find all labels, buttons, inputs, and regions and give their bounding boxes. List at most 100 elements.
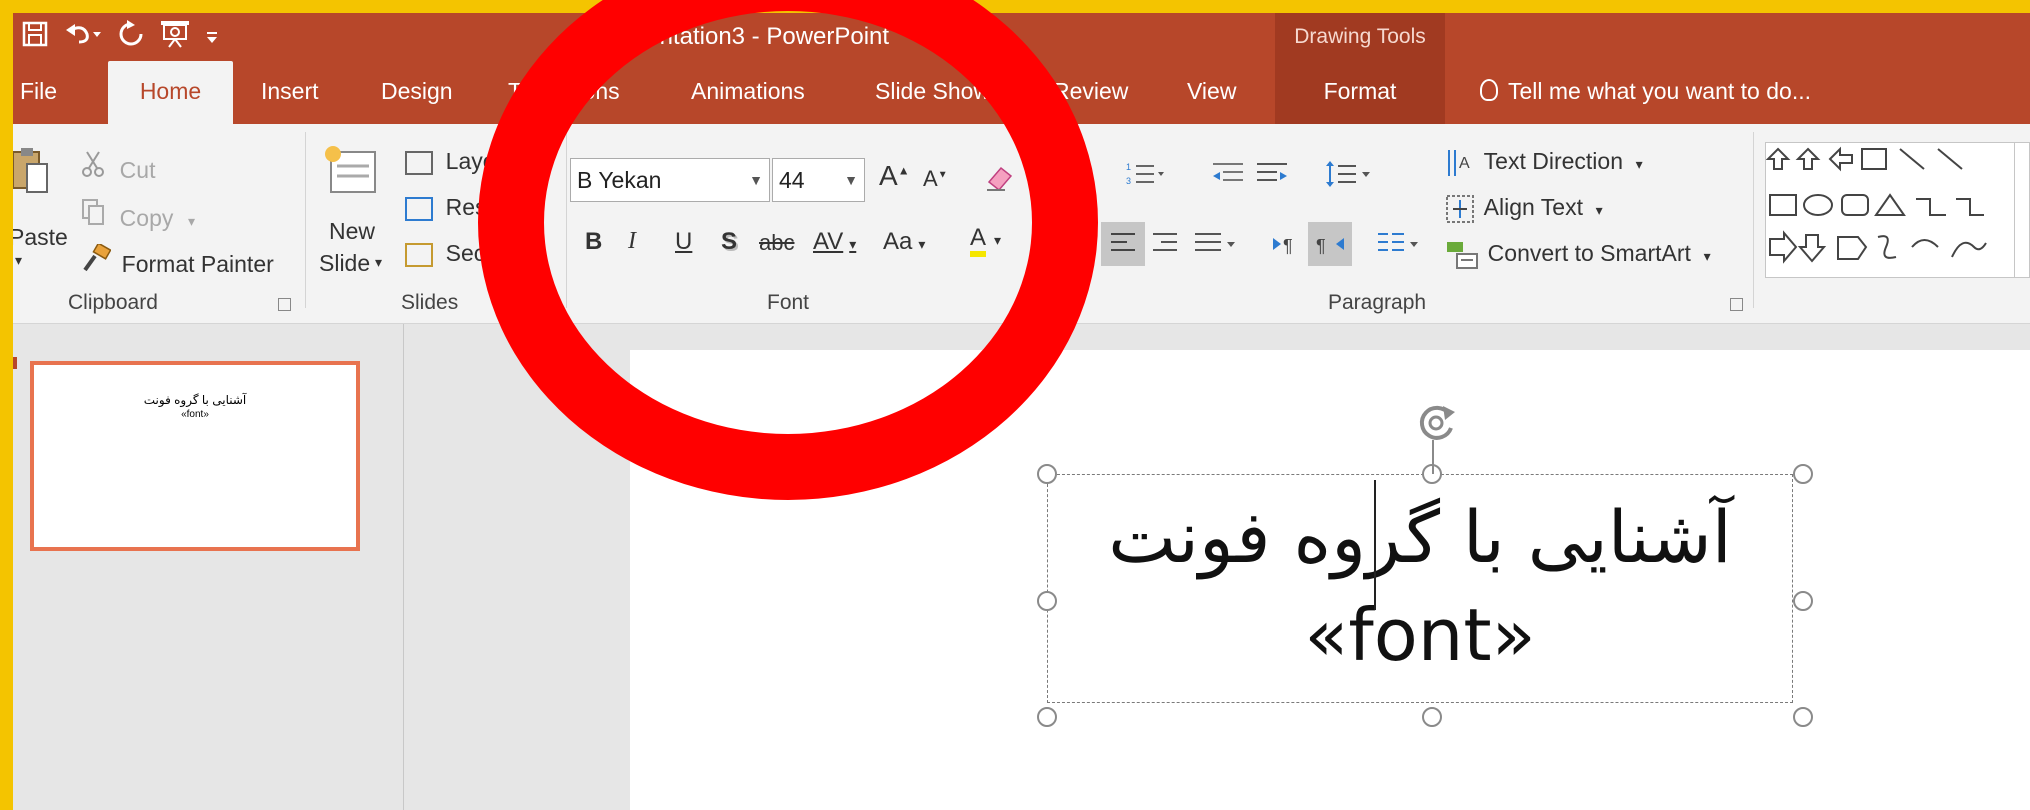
paragraph-launcher-icon[interactable] — [1730, 298, 1743, 311]
character-spacing-button[interactable]: AV ▾ — [813, 228, 856, 256]
new-slide-dropdown-icon[interactable]: ▾ — [375, 254, 382, 271]
text-direction-label: Text Direction — [1483, 148, 1623, 175]
justify-icon — [1195, 233, 1235, 251]
section-button[interactable]: Section — [405, 240, 522, 268]
numbering-button[interactable]: 13 — [1126, 160, 1166, 195]
line-spacing-icon — [1326, 161, 1370, 187]
clear-formatting-button[interactable] — [983, 162, 1015, 201]
tab-transitions[interactable]: Transitions — [508, 61, 620, 124]
copy-dropdown-icon[interactable]: ▾ — [188, 213, 195, 229]
font-name-dropdown-icon[interactable]: ▼ — [749, 159, 763, 201]
new-slide-label-2: Slide — [319, 250, 371, 276]
font-color-dropdown-icon[interactable]: ▾ — [994, 232, 1001, 248]
decrease-indent-icon — [1213, 163, 1243, 181]
case-dropdown-icon[interactable]: ▾ — [918, 236, 925, 252]
tab-animations[interactable]: Animations — [691, 61, 805, 124]
new-slide-label-1: New — [329, 218, 376, 244]
reset-button[interactable]: Reset — [405, 194, 506, 222]
line-spacing-button[interactable] — [1324, 160, 1372, 195]
font-name-box[interactable]: B Yekan ▼ — [570, 158, 770, 202]
rotate-handle-icon[interactable] — [1413, 400, 1459, 446]
resize-handle-bottom-left[interactable] — [1037, 707, 1057, 727]
format-painter-button[interactable]: Format Painter — [81, 242, 274, 279]
justify-button[interactable] — [1193, 230, 1237, 265]
paste-dropdown-icon[interactable]: ▾ — [15, 252, 22, 269]
spacing-dropdown-icon[interactable]: ▾ — [849, 236, 856, 252]
shapes-gallery[interactable] — [1765, 142, 2030, 278]
numbering-icon: 13 — [1126, 162, 1164, 186]
resize-handle-left[interactable] — [1037, 591, 1057, 611]
ribbon-tabs: File Home Insert Design Transitions Anim… — [13, 61, 2030, 124]
strikethrough-button[interactable]: abc — [759, 230, 794, 256]
text-direction-dropdown-icon[interactable]: ▾ — [1636, 156, 1643, 172]
convert-smartart-dropdown-icon[interactable]: ▾ — [1704, 248, 1711, 264]
bold-button[interactable]: B — [585, 228, 602, 256]
tab-format[interactable]: Format — [1275, 61, 1445, 124]
paragraph-group-label: Paragraph — [1328, 291, 1427, 314]
text-shadow-button[interactable]: S — [721, 228, 737, 256]
cut-button[interactable]: Cut — [81, 150, 155, 185]
font-size-box[interactable]: 44 ▼ — [772, 158, 865, 202]
font-launcher-icon[interactable] — [1019, 298, 1032, 311]
section-label: Section — [445, 240, 523, 266]
decrease-indent-button[interactable] — [1211, 160, 1245, 195]
resize-handle-right[interactable] — [1793, 591, 1813, 611]
align-text-label: Align Text — [1483, 194, 1583, 221]
italic-button[interactable]: I — [628, 228, 636, 255]
rtl-direction-button[interactable]: ¶ — [1308, 222, 1352, 266]
increase-indent-button[interactable] — [1255, 160, 1289, 195]
reset-icon — [405, 196, 433, 221]
tab-view[interactable]: View — [1187, 61, 1236, 124]
underline-button[interactable]: U — [675, 228, 692, 256]
align-left-button[interactable] — [1101, 222, 1145, 266]
shrink-font-button[interactable]: A▼ — [923, 166, 948, 192]
thumbnail-subtitle: «font» — [181, 409, 209, 420]
font-size-dropdown-icon[interactable]: ▼ — [844, 159, 858, 201]
resize-handle-bottom[interactable] — [1422, 707, 1442, 727]
drawing-tools-label: Drawing Tools — [1275, 13, 1445, 61]
align-text-icon — [1446, 195, 1474, 223]
text-cursor — [1374, 480, 1376, 610]
resize-handle-bottom-right[interactable] — [1793, 707, 1813, 727]
svg-text:¶: ¶ — [1283, 236, 1293, 256]
columns-button[interactable] — [1376, 230, 1420, 265]
ltr-direction-button[interactable]: ¶ — [1271, 230, 1301, 265]
change-case-button[interactable]: Aa ▾ — [883, 228, 925, 256]
rtl-direction-icon: ¶ — [1316, 236, 1344, 256]
shapes-scroll[interactable] — [2014, 142, 2030, 278]
slide-subtitle-text[interactable]: «font» — [1048, 593, 1792, 677]
tab-insert[interactable]: Insert — [261, 61, 319, 124]
svg-text:A: A — [1459, 155, 1470, 172]
grow-font-button[interactable]: A▲ — [879, 160, 910, 192]
align-right-button[interactable] — [1151, 230, 1179, 265]
font-color-button[interactable]: A ▾ — [970, 224, 1001, 257]
align-text-dropdown-icon[interactable]: ▾ — [1596, 202, 1603, 218]
scissors-icon — [81, 150, 107, 185]
copy-icon — [81, 198, 107, 233]
svg-text:1: 1 — [1126, 162, 1131, 172]
tab-slide-show[interactable]: Slide Show — [875, 61, 990, 124]
layout-icon — [405, 150, 433, 175]
resize-handle-top-right[interactable] — [1793, 464, 1813, 484]
convert-smartart-button[interactable]: Convert to SmartArt ▾ — [1445, 240, 1711, 270]
window-title: Presentation3 - PowerPoint — [596, 23, 890, 50]
tab-review[interactable]: Review — [1053, 61, 1128, 124]
increase-indent-icon — [1257, 163, 1287, 181]
tab-design[interactable]: Design — [381, 61, 453, 124]
change-case-icon: Aa — [883, 228, 913, 255]
text-direction-button[interactable]: A Text Direction ▾ — [1445, 148, 1643, 178]
tell-me-box[interactable]: Tell me what you want to do... — [1480, 61, 1811, 124]
align-text-button[interactable]: Align Text ▾ — [1445, 194, 1603, 224]
tab-home[interactable]: Home — [108, 61, 233, 124]
selected-text-box[interactable]: آشنایی با گروه فونت «font» — [1047, 474, 1793, 703]
paste-label: Paste — [13, 224, 68, 250]
layout-button[interactable]: Layout — [405, 148, 515, 176]
svg-text:3: 3 — [1126, 176, 1131, 186]
copy-button[interactable]: Copy ▾ — [81, 198, 195, 233]
slide-thumbnail-1[interactable]: آشنایی با گروه فونت «font» — [30, 361, 360, 551]
clipboard-launcher-icon[interactable] — [278, 298, 291, 311]
slide-number-marker — [13, 357, 17, 369]
resize-handle-top-left[interactable] — [1037, 464, 1057, 484]
slide-title-text[interactable]: آشنایی با گروه فونت — [1048, 495, 1792, 579]
tab-file[interactable]: File — [20, 61, 57, 124]
